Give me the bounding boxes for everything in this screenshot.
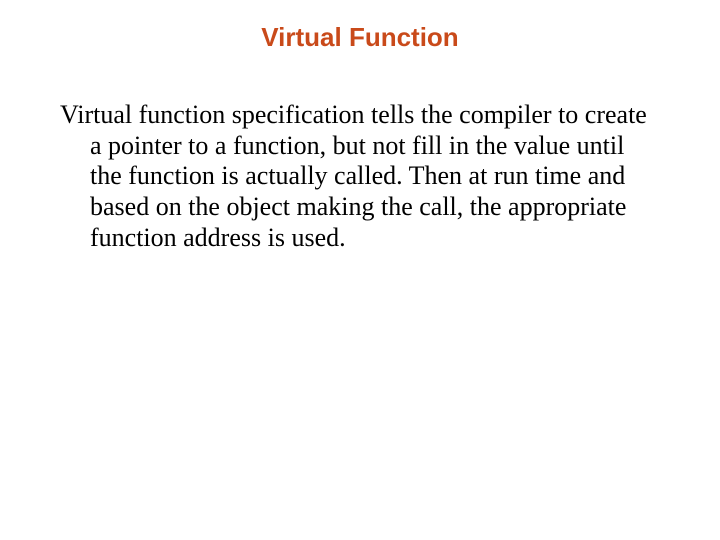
slide-body: Virtual function specification tells the… (60, 100, 650, 253)
slide-title: Virtual Function (0, 22, 720, 53)
body-paragraph: Virtual function specification tells the… (60, 100, 650, 253)
slide: Virtual Function Virtual function specif… (0, 0, 720, 540)
